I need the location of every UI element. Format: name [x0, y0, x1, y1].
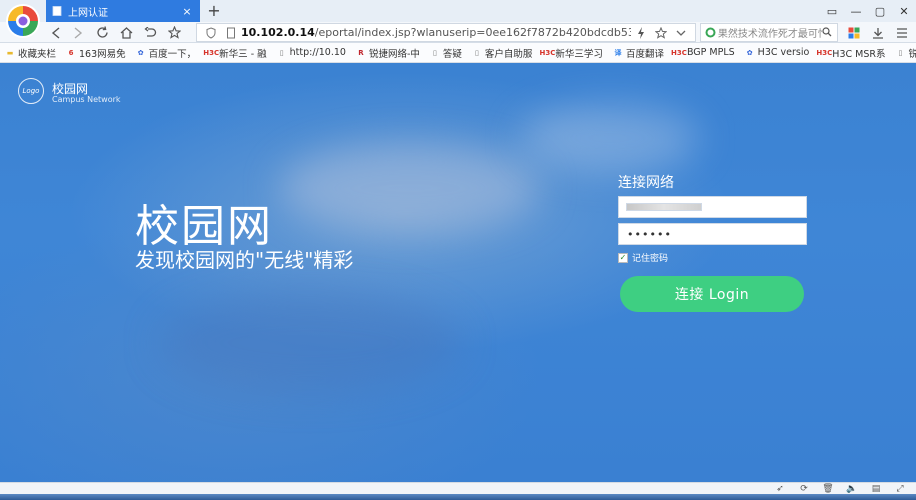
- bookmark-label: BGP MPLS: [686, 47, 735, 58]
- bookmark-label: 锐捷网络-中: [368, 48, 420, 60]
- windows-taskbar: [0, 494, 916, 500]
- url-path: /eportal/index.jsp?wlanuserip=0ee162f787…: [314, 26, 631, 39]
- bookmark-label: 百度一下，: [148, 48, 197, 60]
- password-input[interactable]: [618, 223, 807, 245]
- bookmark-item[interactable]: 译百度翻译: [612, 46, 664, 60]
- search-box[interactable]: [700, 23, 838, 42]
- page-icon: [52, 6, 62, 16]
- folder-icon: ▬: [6, 48, 14, 57]
- translate-icon: 译: [614, 48, 622, 57]
- bookmark-item[interactable]: ▯ 客户自助服: [471, 46, 533, 60]
- lightning-icon[interactable]: [634, 26, 648, 40]
- h3c-icon: H3C: [671, 48, 687, 57]
- bookmark-item[interactable]: R 锐捷网络-中: [355, 46, 420, 60]
- search-input[interactable]: [717, 27, 822, 38]
- site-logo: Logo: [18, 78, 44, 104]
- h3c-icon: H3C: [816, 48, 833, 57]
- 163-icon: 6: [68, 48, 74, 57]
- bookmark-label: 新华三 - 融: [219, 48, 267, 60]
- bookmark-label: H3C MSR系: [832, 48, 886, 60]
- apps-grid-icon[interactable]: [842, 23, 866, 42]
- bookmark-label: 答疑: [442, 48, 462, 60]
- tab-close-icon[interactable]: ×: [180, 5, 194, 18]
- navigation-bar: 10.102.0.14 /eportal/index.jsp?wlanuseri…: [0, 22, 916, 43]
- back-icon[interactable]: [46, 23, 66, 42]
- bookmark-label: http://10.10: [289, 47, 346, 58]
- bookmark-item[interactable]: ▬ 收藏夹栏: [4, 46, 56, 60]
- menu-icon[interactable]: [890, 23, 914, 42]
- maximize-icon[interactable]: ▢: [868, 0, 892, 22]
- baidu-icon: ✿: [137, 48, 144, 57]
- search-engine-icon[interactable]: [705, 27, 718, 38]
- minimize-icon[interactable]: —: [844, 0, 868, 22]
- h3c-icon: H3C: [203, 48, 220, 57]
- tab-title: 上网认证: [68, 7, 108, 19]
- bookmark-item[interactable]: H3C BGP MPLS: [671, 47, 735, 59]
- page-icon: ▯: [898, 48, 903, 57]
- favorite-star-icon[interactable]: [164, 23, 184, 42]
- page-icon: ▯: [474, 48, 479, 57]
- background-blur: [520, 103, 700, 173]
- baidu-icon: ✿: [746, 48, 753, 57]
- bookmark-item[interactable]: ▯ 锐捷智能客: [894, 46, 916, 60]
- status-bar: ➶ ⟳ 🗑 🔈 ▤ ⤢: [0, 482, 916, 494]
- bookmarks-bar: ▬ 收藏夹栏 6 163网易免 ✿ 百度一下， H3C 新华三 - 融 ▯ http://10.1…: [0, 43, 916, 63]
- site-subtitle: Campus Network: [52, 95, 121, 104]
- bookmark-label: 收藏夹栏: [18, 48, 57, 60]
- bookmark-item[interactable]: 6 163网易免: [65, 46, 126, 60]
- hero-subtitle: 发现校园网的"无线"精彩: [135, 248, 354, 272]
- remember-checkbox[interactable]: ✓: [618, 252, 628, 263]
- new-tab-button[interactable]: +: [204, 1, 224, 21]
- tab-portal-auth[interactable]: 上网认证 ×: [46, 0, 200, 22]
- bookmark-item[interactable]: H3C 新华三学习: [539, 46, 603, 60]
- title-bar: 上网认证 × + ▭ — ▢ ✕: [0, 0, 916, 38]
- page-icon: ▯: [432, 48, 437, 57]
- undo-close-tab-icon[interactable]: [140, 23, 160, 42]
- chevron-down-icon[interactable]: [674, 26, 688, 40]
- bookmark-item[interactable]: ▯ http://10.10: [276, 47, 346, 59]
- bookmark-label: 客户自助服: [484, 48, 533, 60]
- window-controls: ▭ — ▢ ✕: [820, 0, 916, 22]
- bookmark-label: 163网易免: [79, 48, 126, 60]
- login-button[interactable]: 连接 Login: [620, 276, 804, 312]
- shield-icon[interactable]: [204, 26, 218, 40]
- ruijie-icon: R: [358, 48, 364, 57]
- restore-icon[interactable]: ▭: [820, 0, 844, 22]
- address-bar[interactable]: 10.102.0.14 /eportal/index.jsp?wlanuseri…: [196, 23, 696, 42]
- bookmark-item[interactable]: H3C 新华三 - 融: [203, 46, 267, 60]
- bookmark-item[interactable]: ✿ H3C versio: [744, 47, 810, 59]
- portal-page: Logo 校园网 Campus Network 校园网 发现校园网的"无线"精彩…: [0, 63, 916, 482]
- page-icon: ▯: [279, 48, 284, 57]
- bookmark-star-icon[interactable]: [654, 26, 668, 40]
- browser-logo-icon[interactable]: [4, 2, 42, 40]
- download-icon[interactable]: [866, 23, 890, 42]
- bookmark-item[interactable]: H3C H3C MSR系: [816, 46, 886, 60]
- bookmark-label: 新华三学习: [555, 48, 603, 60]
- bookmark-item[interactable]: ▯ 答疑: [429, 46, 462, 60]
- bookmark-label: 锐捷智能客: [908, 46, 916, 60]
- bookmark-label: H3C versio: [757, 47, 810, 58]
- url-host: 10.102.0.14: [241, 26, 315, 39]
- refresh-icon[interactable]: [92, 23, 112, 42]
- search-icon[interactable]: [822, 26, 833, 40]
- login-form-title: 连接网络: [618, 175, 674, 191]
- background-blur: [280, 143, 540, 233]
- page-info-icon[interactable]: [224, 26, 238, 40]
- toolbar-right: [842, 23, 914, 42]
- close-window-icon[interactable]: ✕: [892, 0, 916, 22]
- bookmark-label: 百度翻译: [625, 48, 664, 60]
- home-icon[interactable]: [116, 23, 136, 42]
- background-blur: [160, 293, 460, 393]
- remember-password[interactable]: ✓ 记住密码: [618, 251, 668, 264]
- bookmark-item[interactable]: ✿ 百度一下，: [135, 46, 197, 60]
- username-redacted: [626, 203, 702, 211]
- forward-icon[interactable]: [68, 23, 88, 42]
- h3c-icon: H3C: [539, 48, 556, 57]
- remember-label: 记住密码: [632, 254, 669, 264]
